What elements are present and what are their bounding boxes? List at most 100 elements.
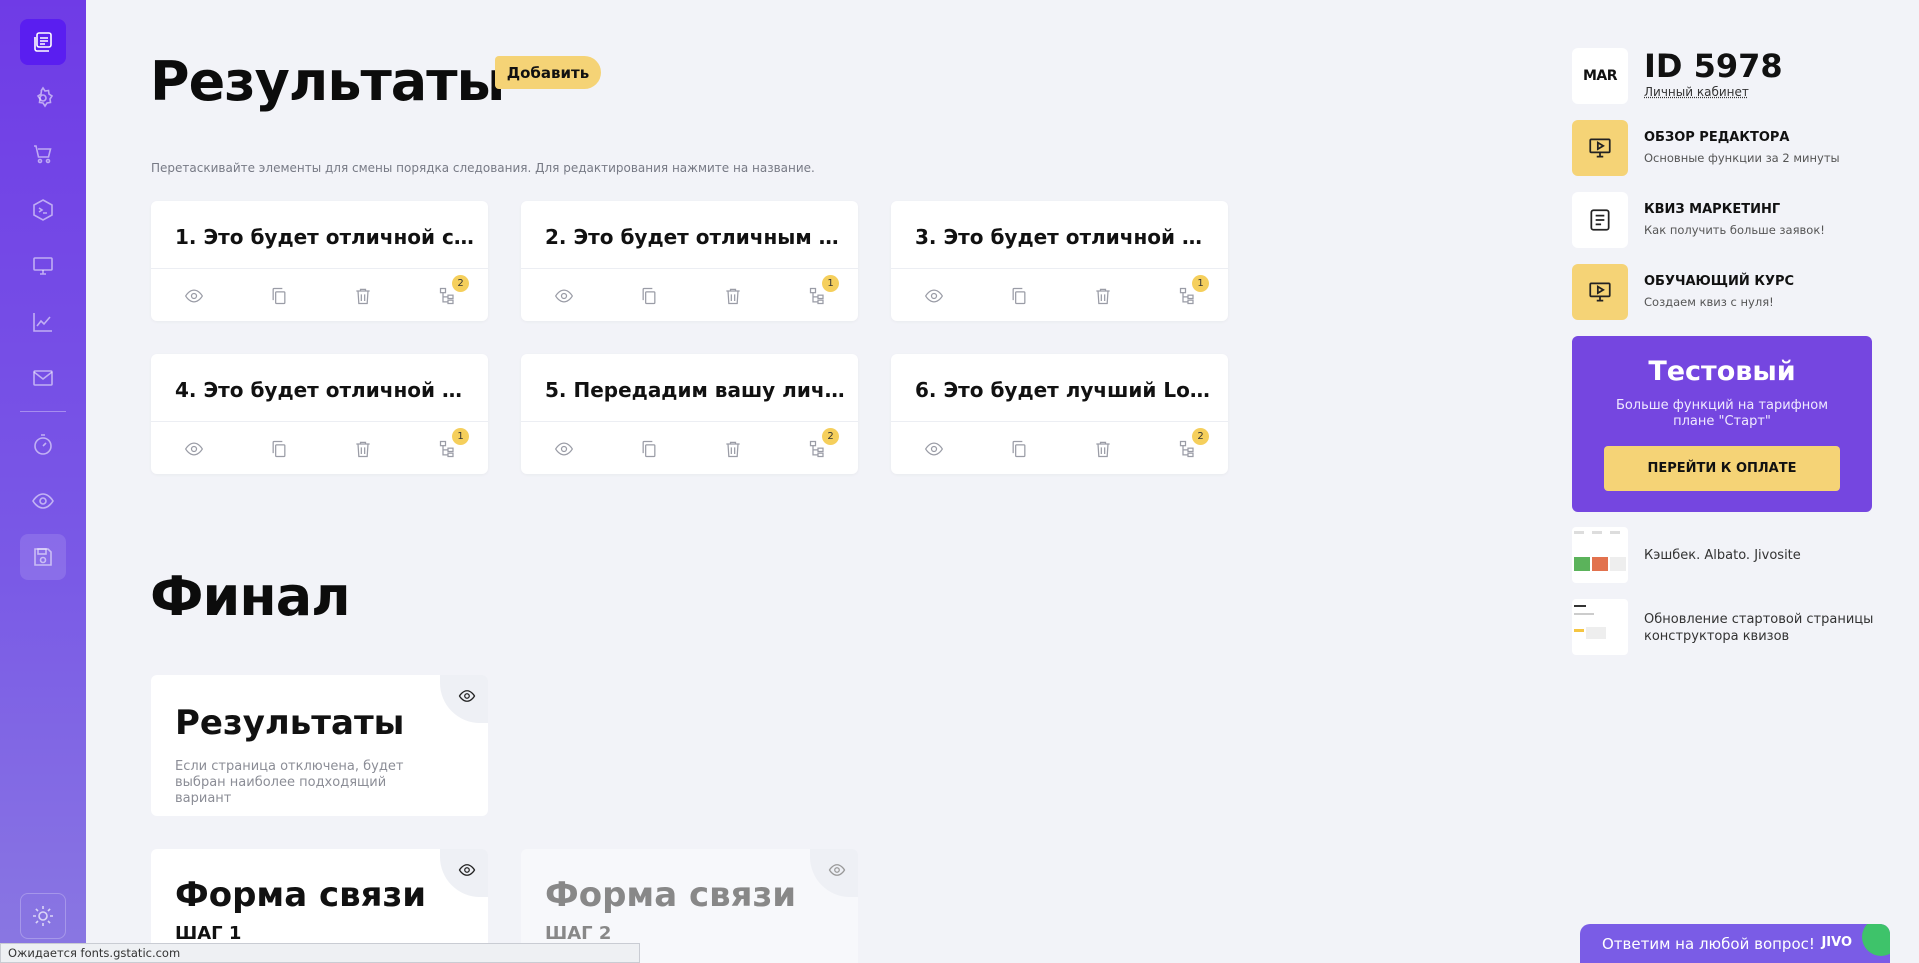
eye-icon [458,690,476,702]
delete-button[interactable] [352,438,374,460]
analytics-icon [33,313,52,332]
theme-toggle-button[interactable] [20,893,66,939]
card-divider [891,421,1228,422]
cart-icon [34,145,52,164]
copy-icon [642,287,656,305]
preview-icon [32,493,54,509]
preview-button[interactable] [553,285,575,307]
result-card[interactable]: 2. Это будет отличным о... 1 [521,201,858,321]
delete-button[interactable] [722,285,744,307]
sidebar-item-timer[interactable] [20,422,66,468]
questions-icon [34,32,52,52]
sun-icon [33,906,53,926]
save-icon [34,548,52,566]
online-indicator [1862,924,1890,956]
card-actions: 1 [521,275,858,309]
copy-icon [642,440,656,458]
copy-button[interactable] [268,285,290,307]
result-card[interactable]: 1. Это будет отличной с... 2 [151,201,488,321]
quiz-marketing-desc: Как получить больше заявок! [1644,223,1825,237]
news-thumbnail[interactable] [1572,599,1628,655]
personal-cabinet-link[interactable]: Личный кабинет [1644,85,1749,99]
training-course-tile[interactable] [1572,264,1628,320]
go-to-payment-button[interactable]: ПЕРЕЙТИ К ОПЛАТЕ [1604,446,1840,491]
result-title[interactable]: 4. Это будет отличной р... [175,378,475,402]
quiz-marketing-tile[interactable] [1572,192,1628,248]
drag-hint: Перетаскивайте элементы для смены порядк… [151,161,815,175]
sidebar-item-save[interactable] [20,534,66,580]
card-actions: 1 [891,275,1228,309]
result-card[interactable]: 5. Передадим вашу лич... 2 [521,354,858,474]
result-card[interactable]: 6. Это будет лучший Lov... 2 [891,354,1228,474]
training-course-title[interactable]: ОБУЧАЮЩИЙ КУРС [1644,274,1794,289]
news-item[interactable]: Обновление стартовой страницы конструкто… [1644,611,1874,645]
plan-card: Тестовый Больше функций на тарифном план… [1572,336,1872,512]
delete-button[interactable] [1092,438,1114,460]
branch-count-badge: 2 [822,428,839,445]
copy-icon [1012,287,1026,305]
visibility-toggle[interactable] [440,675,488,723]
chat-label: Ответим на любой вопрос! [1602,934,1815,953]
card-divider [151,421,488,422]
branching-button[interactable]: 2 [807,428,839,460]
sidebar-item-cart[interactable] [20,131,66,177]
delete-button[interactable] [1092,285,1114,307]
copy-button[interactable] [1008,285,1030,307]
page-title: Результаты [150,50,505,113]
eye-icon [828,864,846,876]
sidebar-item-preview[interactable] [20,478,66,524]
quiz-marketing-title[interactable]: КВИЗ МАРКЕТИНГ [1644,202,1780,217]
news-item[interactable]: Кэшбек. Albato. Jivosite [1644,547,1801,564]
editor-overview-tile[interactable] [1572,120,1628,176]
document-icon [1590,209,1610,231]
video-icon [1589,138,1611,158]
final-card-results[interactable]: Результаты Если страница отключена, буде… [151,675,488,816]
sidebar-item-monitor[interactable] [20,243,66,289]
trash-icon [1096,441,1110,458]
news-thumbnail[interactable] [1572,527,1628,583]
sidebar-item-mail[interactable] [20,355,66,401]
sidebar-item-settings[interactable] [20,75,66,121]
preview-button[interactable] [923,285,945,307]
result-title[interactable]: 3. Это будет отличной р... [915,225,1215,249]
result-title[interactable]: 6. Это будет лучший Lov... [915,378,1215,402]
final-card-title: Форма связи [545,875,797,915]
copy-button[interactable] [268,438,290,460]
result-card[interactable]: 3. Это будет отличной р... 1 [891,201,1228,321]
copy-button[interactable] [1008,438,1030,460]
mail-icon [33,370,53,386]
chat-widget[interactable]: Ответим на любой вопрос! JIVO [1580,924,1890,963]
preview-icon [554,289,574,303]
delete-button[interactable] [352,285,374,307]
result-title[interactable]: 1. Это будет отличной с... [175,225,475,249]
result-card[interactable]: 4. Это будет отличной р... 1 [151,354,488,474]
branch-count-badge: 2 [452,275,469,292]
preview-button[interactable] [923,438,945,460]
trash-icon [356,288,370,305]
copy-button[interactable] [638,438,660,460]
result-title[interactable]: 2. Это будет отличным о... [545,225,845,249]
branching-button[interactable]: 1 [807,275,839,307]
add-result-button[interactable]: Добавить [495,56,601,89]
trash-icon [726,441,740,458]
preview-button[interactable] [183,285,205,307]
delete-button[interactable] [722,438,744,460]
preview-button[interactable] [183,438,205,460]
result-title[interactable]: 5. Передадим вашу лич... [545,378,845,402]
editor-overview-title[interactable]: ОБЗОР РЕДАКТОРА [1644,130,1789,145]
branching-button[interactable]: 2 [1177,428,1209,460]
card-actions: 2 [151,275,488,309]
copy-button[interactable] [638,285,660,307]
preview-button[interactable] [553,438,575,460]
plan-description: Больше функций на тарифном плане "Старт" [1615,398,1829,429]
editor-overview-desc: Основные функции за 2 минуты [1644,151,1840,165]
sidebar-item-questions[interactable] [20,19,66,65]
sidebar-item-code[interactable] [20,187,66,233]
sidebar-item-analytics[interactable] [20,299,66,345]
branching-button[interactable]: 2 [437,275,469,307]
branching-button[interactable]: 1 [1177,275,1209,307]
visibility-toggle[interactable] [440,849,488,897]
card-actions: 2 [891,428,1228,462]
branching-button[interactable]: 1 [437,428,469,460]
visibility-toggle[interactable] [810,849,858,897]
